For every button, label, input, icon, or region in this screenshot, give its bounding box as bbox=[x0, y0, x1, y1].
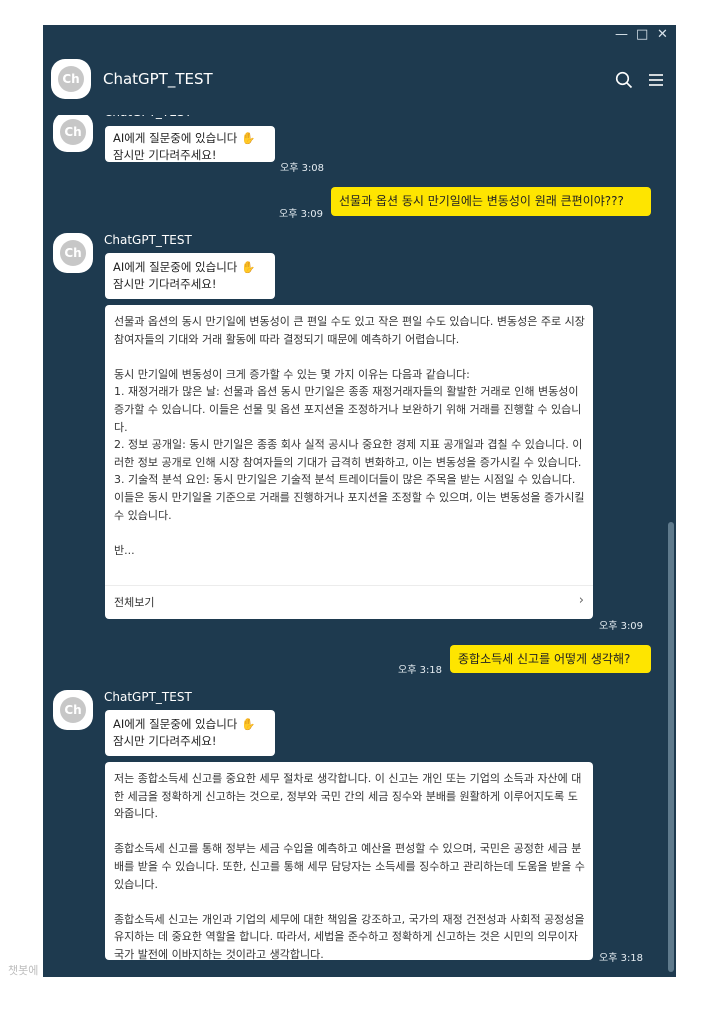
message-time: 오후 3:09 bbox=[599, 621, 644, 632]
message-time: 오후 3:08 bbox=[280, 163, 325, 174]
message-body: 선물과 옵션의 동시 만기일에 변동성이 큰 편일 수도 있고 작은 편일 수도… bbox=[114, 315, 585, 557]
avatar-logo: Ch bbox=[60, 697, 86, 723]
message-line: 잠시만 기다려주세요! bbox=[113, 734, 217, 748]
bot-long-message[interactable]: 선물과 옵션의 동시 만기일에 변동성이 큰 편일 수도 있고 작은 편일 수도… bbox=[105, 305, 593, 619]
avatar-logo: Ch bbox=[60, 119, 86, 145]
message-list[interactable]: Ch ChatGPT_TEST AI에게 질문중에 있습니다 ✋ 잠시만 기다려… bbox=[43, 105, 676, 977]
bot-message-bubble[interactable]: AI에게 질문중에 있습니다 ✋ 잠시만 기다려주세요! bbox=[105, 710, 275, 756]
bot-message-bubble[interactable]: AI에게 질문중에 있습니다 ✋ 잠시만 기다려주세요! bbox=[105, 126, 275, 162]
avatar-logo: Ch bbox=[58, 66, 84, 92]
chat-header: Ch ChatGPT_TEST bbox=[43, 45, 676, 115]
chat-window: — □ ✕ Ch ChatGPT_TEST Ch ChatGPT_TEST AI… bbox=[43, 25, 676, 977]
message-time: 오후 3:18 bbox=[398, 665, 443, 676]
sender-name: ChatGPT_TEST bbox=[104, 233, 192, 247]
room-title: ChatGPT_TEST bbox=[103, 70, 213, 88]
message-line: AI에게 질문중에 있습니다 ✋ bbox=[113, 260, 256, 274]
user-message-bubble[interactable]: 선물과 옵션 동시 만기일에는 변동성이 원래 큰편이야??? bbox=[331, 187, 651, 216]
avatar-logo: Ch bbox=[60, 240, 86, 266]
search-icon[interactable] bbox=[615, 71, 633, 89]
close-button[interactable]: ✕ bbox=[657, 27, 668, 43]
room-avatar[interactable]: Ch bbox=[51, 59, 91, 99]
message-line: AI에게 질문중에 있습니다 ✋ bbox=[113, 717, 256, 731]
sender-name: ChatGPT_TEST bbox=[104, 690, 192, 704]
message-time: 오후 3:09 bbox=[279, 209, 324, 220]
view-all-label: 전체보기 bbox=[114, 596, 155, 609]
user-message-bubble[interactable]: 종합소득세 신고를 어떻게 생각해? bbox=[450, 645, 651, 673]
message-time: 오후 3:18 bbox=[599, 953, 644, 964]
message-line: AI에게 질문중에 있습니다 ✋ bbox=[113, 131, 256, 145]
menu-icon[interactable] bbox=[648, 71, 664, 89]
scrollbar[interactable] bbox=[668, 522, 674, 972]
message-line: 잠시만 기다려주세요! bbox=[113, 277, 217, 291]
avatar[interactable]: Ch bbox=[53, 112, 93, 152]
avatar[interactable]: Ch bbox=[53, 233, 93, 273]
avatar[interactable]: Ch bbox=[53, 690, 93, 730]
minimize-button[interactable]: — bbox=[615, 27, 628, 43]
bot-message-bubble[interactable]: AI에게 질문중에 있습니다 ✋ 잠시만 기다려주세요! bbox=[105, 253, 275, 299]
title-bar: — □ ✕ bbox=[43, 25, 676, 45]
message-line: 잠시만 기다려주세요! bbox=[113, 148, 217, 162]
chevron-right-icon: › bbox=[578, 593, 584, 608]
view-all-button[interactable]: 전체보기 › bbox=[105, 585, 593, 619]
message-body: 저는 종합소득세 신고를 중요한 세무 절차로 생각합니다. 이 신고는 개인 … bbox=[114, 772, 585, 961]
watermark-text: 챗봇에 bbox=[8, 964, 39, 977]
maximize-button[interactable]: □ bbox=[636, 27, 648, 43]
bot-long-message[interactable]: 저는 종합소득세 신고를 중요한 세무 절차로 생각합니다. 이 신고는 개인 … bbox=[105, 762, 593, 961]
